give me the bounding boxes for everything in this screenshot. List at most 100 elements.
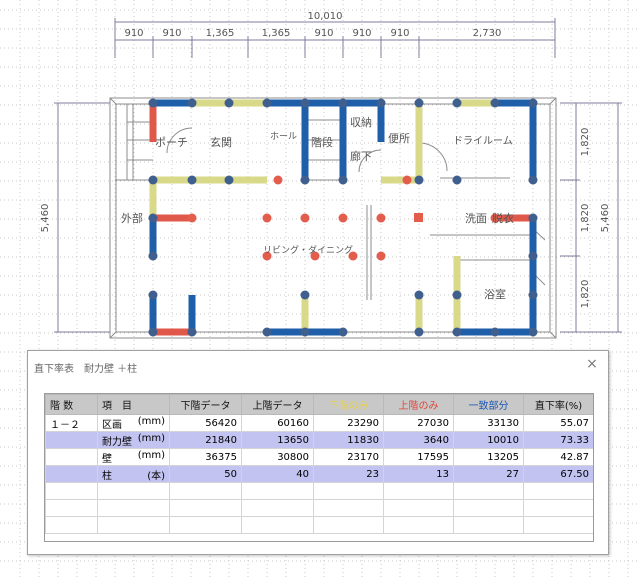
floor-cell (45, 516, 98, 534)
dim-right-3: 1,820 (580, 280, 591, 309)
upper-pillar (402, 175, 412, 185)
dim-top-label: 1,365 (262, 28, 291, 39)
dim-right-1: 1,820 (580, 128, 591, 157)
floor-cell (45, 499, 98, 517)
dim-right-total: 5,460 (600, 204, 611, 233)
room-storage: 収納 (350, 116, 372, 129)
value-cell: 42.87 (523, 448, 593, 466)
upper-pillar (187, 213, 197, 223)
dim-right-2: 1,820 (580, 204, 591, 233)
column-header[interactable]: 下階のみ (313, 394, 384, 415)
dim-top-label: 910 (390, 28, 409, 39)
item-unit: (mm) (137, 449, 165, 461)
value-cell (169, 482, 242, 500)
item-name: 耐力壁 (102, 436, 132, 448)
value-cell: 50 (169, 465, 242, 483)
value-cell (383, 482, 454, 500)
upper-pillar (376, 251, 386, 261)
value-cell: 10010 (453, 431, 524, 449)
value-cell: 73.33 (523, 431, 593, 449)
pillar (148, 251, 158, 261)
column-header[interactable]: 下階データ (169, 394, 242, 415)
column-header[interactable]: 上階のみ (383, 394, 454, 415)
item-cell: 壁 (mm) (97, 448, 170, 466)
column-header[interactable]: 直下率(%) (523, 394, 593, 415)
value-cell: 30800 (241, 448, 314, 466)
room-exterior: 外部 (121, 211, 143, 225)
room-bathroom: 浴室 (484, 287, 506, 301)
column-header[interactable]: 一致部分 (453, 394, 524, 415)
pillar (528, 213, 538, 223)
column-header[interactable]: 項 目 (97, 394, 170, 415)
value-cell: 13650 (241, 431, 314, 449)
pillar (452, 327, 462, 337)
value-cell: 40 (241, 465, 314, 483)
pillar (414, 290, 424, 300)
value-cell (313, 499, 384, 517)
column-header[interactable]: 上階データ (241, 394, 314, 415)
table-row[interactable] (45, 499, 593, 517)
pillar (262, 98, 272, 108)
value-cell: 13 (383, 465, 454, 483)
value-cell: 3640 (383, 431, 454, 449)
pillar (414, 98, 424, 108)
item-unit: (本) (147, 470, 165, 482)
room-hall: ホール (270, 131, 297, 142)
upper-pillar (300, 213, 310, 223)
value-cell (241, 482, 314, 500)
dim-top-label: 1,365 (206, 28, 235, 39)
pillar (528, 98, 538, 108)
value-cell: 33130 (453, 414, 524, 432)
value-cell: 67.50 (523, 465, 593, 483)
item-cell: 耐力壁 (mm) (97, 431, 170, 449)
pillar (414, 327, 424, 337)
value-cell: 23170 (313, 448, 384, 466)
value-cell (523, 499, 593, 517)
dim-top-label: 910 (162, 28, 181, 39)
table-row[interactable] (45, 516, 593, 534)
close-icon[interactable]: × (584, 356, 600, 372)
room-dry-room: ドライルーム (453, 135, 513, 147)
underfloor-rate-dialog[interactable]: 直下率表 耐力壁 ＋柱 × 階 数項 目下階データ 上階データ 下階のみ 上階のみ 一致… (27, 350, 609, 555)
pillar (148, 98, 158, 108)
pillar (187, 98, 197, 108)
pillar (452, 290, 462, 300)
floor-cell (45, 448, 98, 466)
pillar (490, 98, 500, 108)
pillar (452, 175, 462, 185)
dialog-titlebar[interactable]: 直下率表 耐力壁 ＋柱 × (28, 351, 608, 381)
floor-cell (45, 431, 98, 449)
value-cell: 13205 (453, 448, 524, 466)
pillar (262, 327, 272, 337)
upper-pillar (273, 175, 283, 185)
value-cell (453, 482, 524, 500)
value-cell: 21840 (169, 431, 242, 449)
value-cell (169, 516, 242, 534)
value-cell: 56420 (169, 414, 242, 432)
rate-table-container[interactable]: 階 数項 目下階データ 上階データ 下階のみ 上階のみ 一致部分 直下率(%) １－２ 区画… (44, 393, 594, 542)
value-cell (453, 516, 524, 534)
table-row[interactable]: 柱 (本) 50 40 23 13 27 67.50 (45, 465, 593, 483)
item-cell: 区画 (mm) (97, 414, 170, 432)
dim-top-label: 910 (314, 28, 333, 39)
dim-top-label: 910 (352, 28, 371, 39)
pillar (224, 175, 234, 185)
upper-pillar-square (414, 213, 423, 222)
table-row[interactable] (45, 482, 593, 500)
pillar (528, 251, 538, 261)
table-row[interactable]: 耐力壁 (mm) 21840 13650 11830 3640 10010 73.33 (45, 431, 593, 449)
pillar (452, 98, 462, 108)
dim-top-label: 910 (124, 28, 143, 39)
value-cell (523, 482, 593, 500)
dimension-top-labels: 910 910 1,365 1,365 910 910 910 2,730 (124, 28, 501, 39)
value-cell: 36375 (169, 448, 242, 466)
table-row[interactable]: １－２ 区画 (mm) 56420 60160 23290 27030 33130 55.07 (45, 414, 593, 432)
column-header[interactable]: 階 数 (45, 394, 98, 415)
table-row[interactable]: 壁 (mm) 36375 30800 23170 17595 13205 42.87 (45, 448, 593, 466)
table-header-row: 階 数項 目下階データ 上階データ 下階のみ 上階のみ 一致部分 直下率(%) (45, 394, 593, 415)
pillar (338, 327, 348, 337)
dialog-title: 直下率表 耐力壁 ＋柱 (34, 364, 138, 375)
pillar (528, 290, 538, 300)
pillar (224, 98, 234, 108)
room-washroom-extra: 脱衣 (492, 211, 514, 225)
